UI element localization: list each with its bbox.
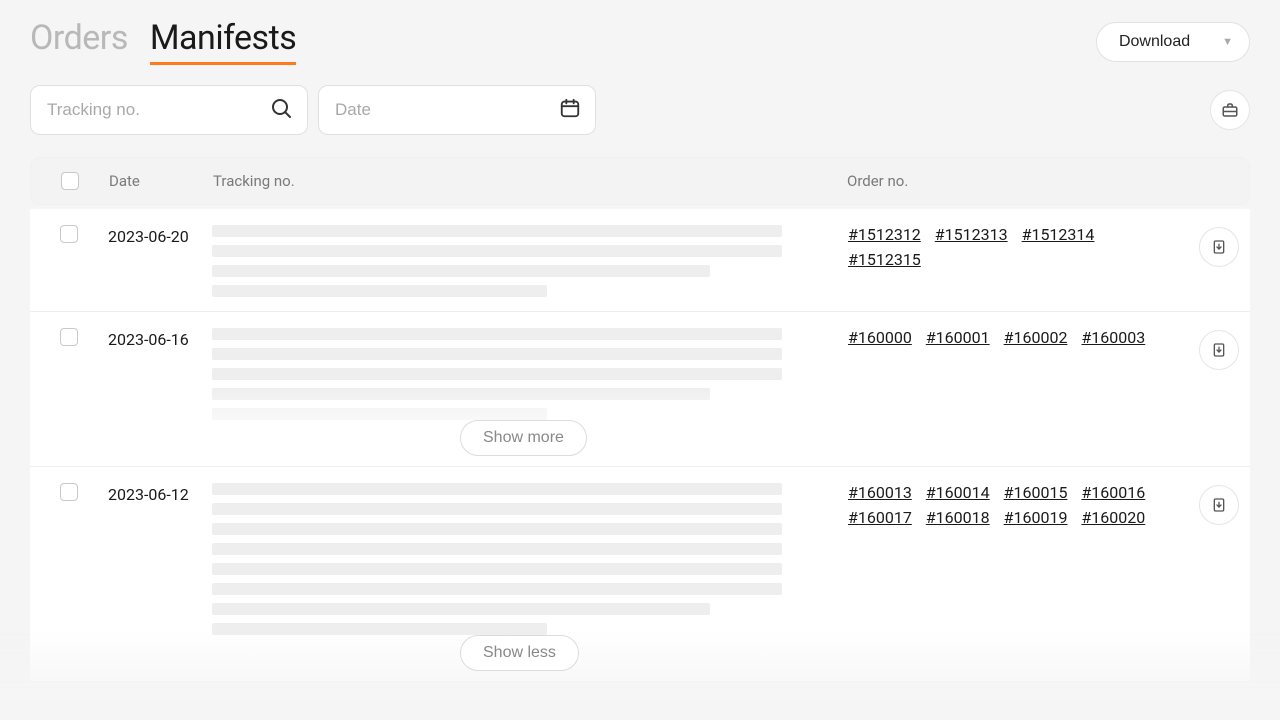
order-link[interactable]: #160000: [848, 328, 912, 347]
skeleton-line: [212, 408, 547, 420]
download-button[interactable]: Download ▼: [1096, 22, 1250, 62]
calendar-icon: [559, 97, 581, 123]
download-icon: [1211, 342, 1227, 358]
order-link[interactable]: #160003: [1081, 328, 1145, 347]
search-icon: [269, 96, 293, 124]
date-input[interactable]: [335, 100, 547, 120]
col-header-order: Order no.: [847, 172, 1187, 190]
row-download-button[interactable]: [1199, 227, 1239, 267]
row-checkbox[interactable]: [60, 225, 78, 243]
skeleton-line: [212, 563, 782, 575]
table-row: 2023-06-16 #160000 #160001 #160002 #160003 Sh…: [30, 312, 1250, 467]
order-link[interactable]: #160017: [848, 508, 912, 527]
skeleton-line: [212, 503, 782, 515]
tracking-skeleton: [212, 483, 848, 635]
row-checkbox[interactable]: [60, 328, 78, 346]
col-header-tracking: Tracking no.: [213, 172, 847, 190]
skeleton-line: [212, 483, 782, 495]
skeleton-line: [212, 285, 547, 297]
col-header-date: Date: [109, 172, 213, 190]
tab-manifests[interactable]: Manifests: [150, 18, 296, 65]
skeleton-line: [212, 225, 782, 237]
briefcase-button[interactable]: [1210, 90, 1250, 130]
order-link[interactable]: #1512315: [848, 250, 921, 269]
show-more-button[interactable]: Show more: [460, 420, 587, 456]
table-row: 2023-06-20 #1512312 #1512313 #1512314 #15123…: [30, 209, 1250, 312]
skeleton-line: [212, 388, 710, 400]
order-link[interactable]: #160001: [926, 328, 990, 347]
order-link[interactable]: #1512314: [1022, 225, 1095, 244]
skeleton-line: [212, 245, 782, 257]
order-link[interactable]: #160019: [1004, 508, 1068, 527]
row-date: 2023-06-16: [108, 328, 212, 420]
skeleton-line: [212, 368, 782, 380]
order-link[interactable]: #160018: [926, 508, 990, 527]
show-less-button[interactable]: Show less: [460, 635, 579, 671]
row-download-button[interactable]: [1199, 330, 1239, 370]
order-link[interactable]: #1512313: [935, 225, 1008, 244]
order-link[interactable]: #160013: [848, 483, 912, 502]
table-row: 2023-06-12 #160013 #160014 #160015 #160016 #1…: [30, 467, 1250, 682]
row-download-button[interactable]: [1199, 485, 1239, 525]
row-checkbox[interactable]: [60, 483, 78, 501]
chevron-down-icon: ▼: [1222, 36, 1233, 48]
date-input-wrap[interactable]: [318, 85, 596, 135]
skeleton-line: [212, 523, 782, 535]
skeleton-line: [212, 543, 782, 555]
order-link[interactable]: #160020: [1081, 508, 1145, 527]
order-link[interactable]: #160002: [1004, 328, 1068, 347]
order-link[interactable]: #160014: [926, 483, 990, 502]
order-link[interactable]: #1512312: [848, 225, 921, 244]
download-button-label: Download: [1119, 33, 1190, 51]
download-icon: [1211, 239, 1227, 255]
tracking-skeleton: [212, 328, 848, 420]
skeleton-line: [212, 348, 782, 360]
tab-orders[interactable]: Orders: [30, 18, 128, 58]
skeleton-line: [212, 265, 710, 277]
skeleton-line: [212, 603, 710, 615]
row-date: 2023-06-20: [108, 225, 212, 297]
table-header: Date Tracking no. Order no.: [30, 157, 1250, 205]
skeleton-line: [212, 623, 547, 635]
skeleton-line: [212, 328, 782, 340]
tracking-input[interactable]: [47, 100, 259, 120]
row-date: 2023-06-12: [108, 483, 212, 635]
select-all-checkbox[interactable]: [61, 172, 79, 190]
order-link[interactable]: #160015: [1004, 483, 1068, 502]
order-link[interactable]: #160016: [1081, 483, 1145, 502]
skeleton-line: [212, 583, 782, 595]
tracking-skeleton: [212, 225, 848, 297]
briefcase-icon: [1221, 101, 1239, 119]
tracking-input-wrap[interactable]: [30, 85, 308, 135]
download-icon: [1211, 497, 1227, 513]
